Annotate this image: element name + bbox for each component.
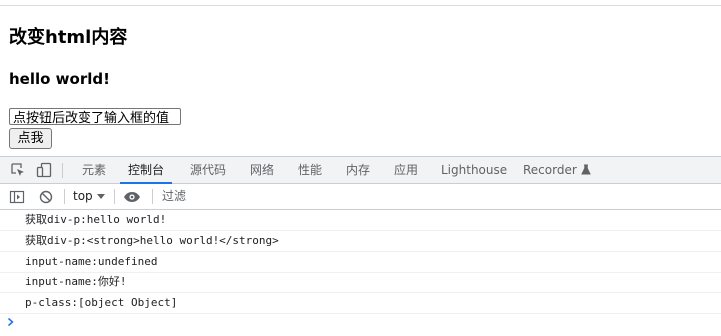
divider bbox=[64, 189, 65, 204]
divider bbox=[152, 189, 153, 204]
console-message: input-name:你好! bbox=[0, 272, 721, 293]
devtools-panel: 元素 控制台 源代码 网络 性能 内存 应用 Lighthouse Record… bbox=[0, 156, 721, 336]
console-toolbar: top bbox=[0, 184, 721, 210]
console-message: 获取div-p:hello world! bbox=[0, 210, 721, 231]
console-message-text: input-name:undefined bbox=[25, 255, 158, 268]
console-output: 获取div-p:hello world! 获取div-p:<strong>hel… bbox=[0, 210, 721, 336]
tab-network[interactable]: 网络 bbox=[250, 157, 274, 183]
chevron-down-icon bbox=[97, 194, 105, 199]
sidebar-toggle-icon[interactable] bbox=[9, 189, 25, 205]
console-message: input-name:undefined bbox=[0, 252, 721, 273]
divider bbox=[62, 163, 63, 178]
console-message-text: 获取div-p:<strong>hello world!</strong> bbox=[25, 234, 279, 247]
page-title: 改变html内容 bbox=[9, 27, 128, 48]
divider bbox=[114, 189, 115, 204]
flask-icon bbox=[580, 164, 591, 174]
clear-console-icon[interactable] bbox=[38, 189, 54, 205]
divider bbox=[0, 5, 721, 6]
click-me-button[interactable]: 点我 bbox=[9, 128, 52, 149]
tab-recorder-label: Recorder bbox=[523, 163, 577, 177]
console-message: p-class:[object Object] bbox=[0, 293, 721, 314]
tab-recorder[interactable]: Recorder bbox=[523, 157, 591, 183]
console-message: 获取div-p:<strong>hello world!</strong> bbox=[0, 231, 721, 252]
filter-input[interactable] bbox=[157, 187, 721, 206]
inspect-element-icon[interactable] bbox=[10, 162, 26, 178]
prompt-chevron-icon bbox=[8, 317, 14, 327]
hello-text: hello world! bbox=[9, 70, 110, 88]
tab-application[interactable]: 应用 bbox=[394, 157, 418, 183]
console-message-text: 获取div-p:hello world! bbox=[25, 213, 167, 226]
console-message-text: p-class:[object Object] bbox=[25, 296, 178, 309]
device-toolbar-icon[interactable] bbox=[36, 162, 52, 178]
tab-elements[interactable]: 元素 bbox=[82, 157, 106, 183]
context-selector[interactable]: top bbox=[73, 184, 93, 209]
eye-icon[interactable] bbox=[123, 189, 140, 205]
console-message-text: input-name:你好! bbox=[25, 275, 127, 288]
page-viewport: 改变html内容 hello world! 点我 bbox=[0, 0, 721, 156]
tab-lighthouse[interactable]: Lighthouse bbox=[441, 157, 507, 183]
name-input[interactable] bbox=[9, 108, 181, 125]
console-prompt[interactable] bbox=[0, 314, 721, 334]
devtools-tab-bar: 元素 控制台 源代码 网络 性能 内存 应用 Lighthouse Record… bbox=[0, 157, 721, 184]
tab-console[interactable]: 控制台 bbox=[119, 157, 173, 184]
tab-memory[interactable]: 内存 bbox=[346, 157, 370, 183]
tab-sources[interactable]: 源代码 bbox=[190, 157, 226, 183]
tab-performance[interactable]: 性能 bbox=[298, 157, 322, 183]
